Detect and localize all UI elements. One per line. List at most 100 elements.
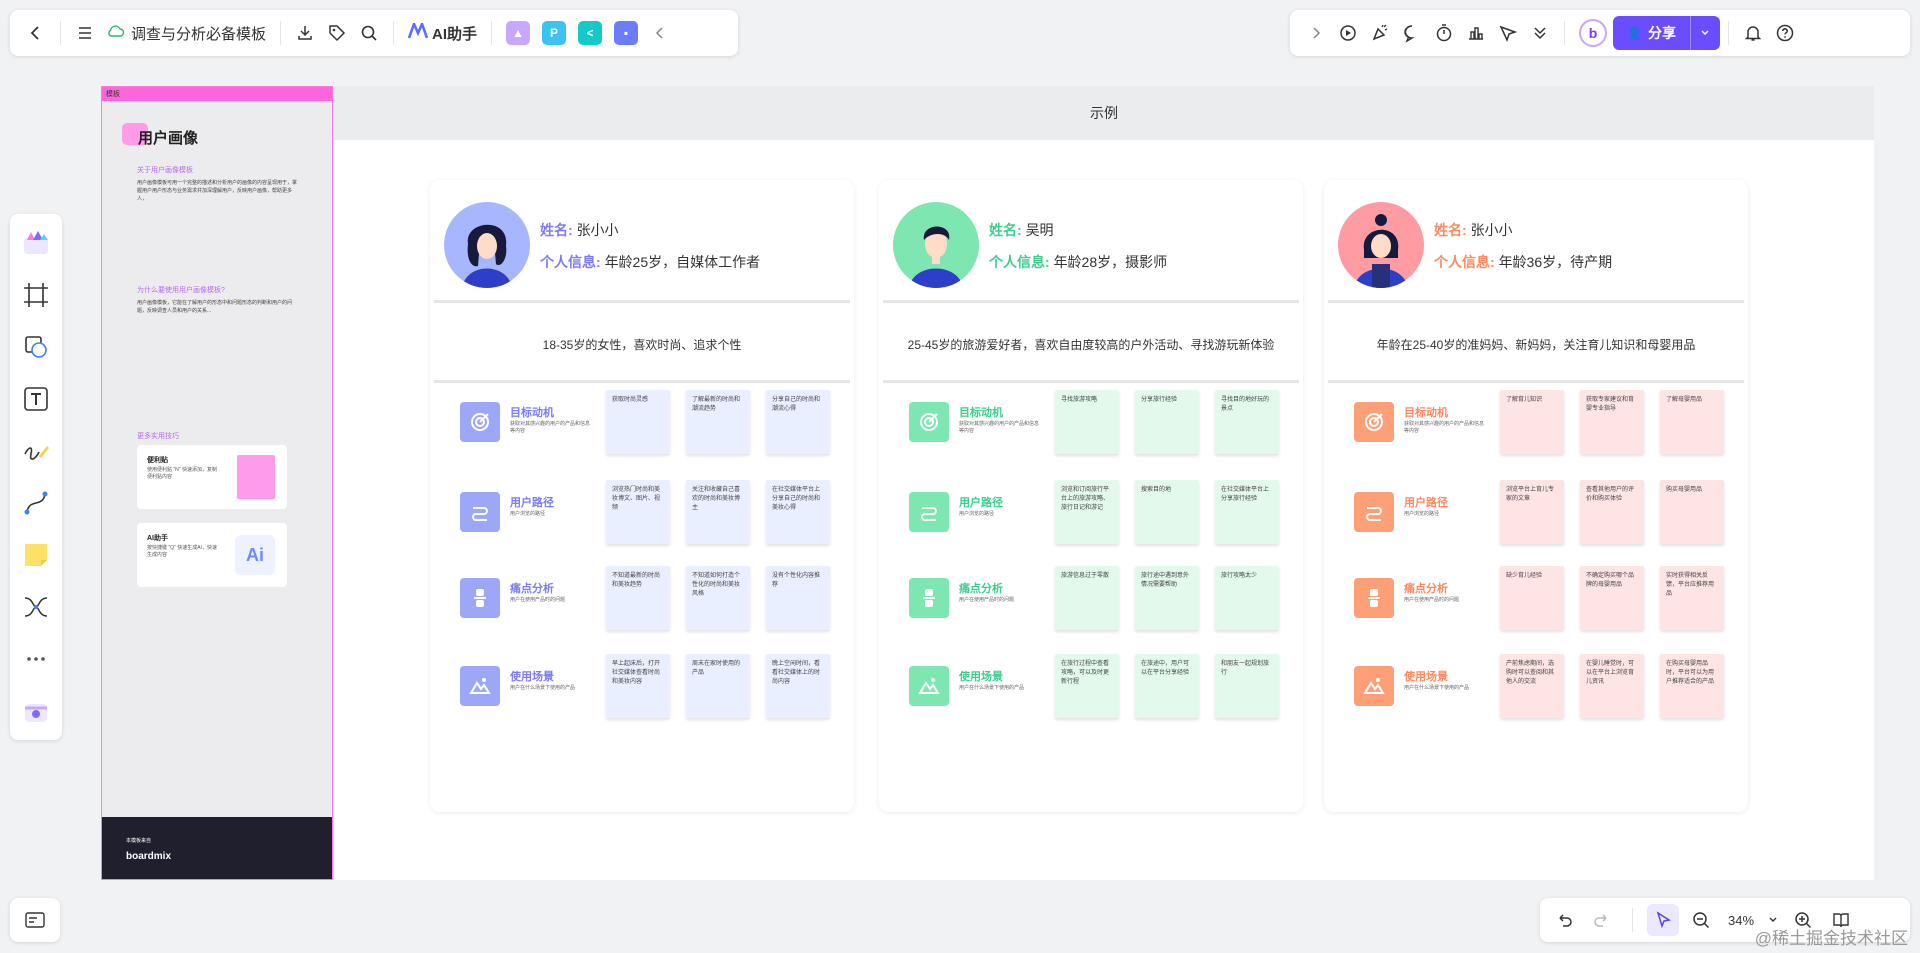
- row-subtitle: 用户在什么场景下使用的产品: [959, 685, 1025, 691]
- sticky-note[interactable]: 了解最新的时尚和潮流趋势: [686, 390, 750, 454]
- image-app-icon[interactable]: ▲: [506, 21, 531, 45]
- sticky-note[interactable]: 分享旅行经验: [1135, 390, 1199, 454]
- search-icon[interactable]: [353, 17, 385, 49]
- persona-card[interactable]: 姓名: 吴明 个人信息: 年龄28岁，摄影师 25-45岁的旅游爱好者，喜欢自由…: [879, 180, 1303, 812]
- persona-card[interactable]: 姓名: 张小小 个人信息: 年龄36岁，待产期 年龄在25-40岁的准妈妈、新妈…: [1324, 180, 1748, 812]
- sticky-note[interactable]: 不知道最新的时尚和美妆趋势: [606, 566, 670, 630]
- sticky-note[interactable]: 在社交媒体平台上分享自己的时尚和美妆心得: [766, 480, 830, 544]
- download-icon[interactable]: [289, 17, 321, 49]
- vote-icon[interactable]: [1460, 17, 1492, 49]
- row-subtitle: 用户在使用产品时的问题: [959, 597, 1015, 603]
- persona-card[interactable]: 姓名: 张小小 个人信息: 年龄25岁，自媒体工作者 18-35岁的女性，喜欢时…: [430, 180, 854, 812]
- collapse-icon[interactable]: [644, 17, 676, 49]
- template-frame[interactable]: 模板 用户画像 关于用户画像模板 用户画像模板可用一个完整的描述和分析用户的画像…: [101, 86, 333, 880]
- shape-icon[interactable]: [18, 328, 54, 366]
- persona-details: 年龄28岁，摄影师: [1053, 254, 1168, 270]
- sticky-note[interactable]: 搜索目的地: [1135, 480, 1199, 544]
- sticky-note[interactable]: 旅行攻略太少: [1215, 566, 1279, 630]
- doc-title[interactable]: 调查与分析必备模板: [101, 23, 272, 44]
- chat-app-icon[interactable]: ▪: [614, 21, 639, 45]
- sticky-note[interactable]: 关注和收藏自己喜欢的时尚和美妆博主: [686, 480, 750, 544]
- sticky-note-icon[interactable]: [18, 536, 54, 574]
- back-icon[interactable]: [20, 17, 52, 49]
- expand-icon[interactable]: [1300, 17, 1332, 49]
- redo-icon[interactable]: [1586, 904, 1618, 936]
- frame-icon[interactable]: [18, 276, 54, 314]
- sticky-note[interactable]: 寻找目的地好玩的景点: [1215, 390, 1279, 454]
- zoom-level[interactable]: 34%: [1723, 913, 1759, 928]
- menu-icon[interactable]: [69, 17, 101, 49]
- sticky-note[interactable]: 没有个性化内容推荐: [766, 566, 830, 630]
- watermark: @稀土掘金技术社区: [1754, 929, 1908, 948]
- persona-row: 用户路径 用户浏览的路径 浏览平台上育儿专家的文章 查看其他用户的评价和购买体验 购买…: [1354, 480, 1728, 544]
- bell-icon[interactable]: [1737, 17, 1769, 49]
- pen-icon[interactable]: [18, 432, 54, 470]
- row-label: 目标动机: [959, 407, 1003, 419]
- map-icon: [25, 912, 45, 928]
- sticky-note[interactable]: 在购买母婴用品时，平台可以为用户推荐适合的产品: [1660, 654, 1724, 718]
- sticky-note[interactable]: 旅游信息过于零散: [1055, 566, 1119, 630]
- more-down-icon[interactable]: [1524, 17, 1556, 49]
- celebrate-icon[interactable]: [1364, 17, 1396, 49]
- persona-avatar: [893, 202, 979, 288]
- tip-card-sticky[interactable]: 便利贴 使用便利贴 "N" 快速添加，复制便利贴内容: [137, 445, 287, 509]
- connector-icon[interactable]: [18, 484, 54, 522]
- sticky-note[interactable]: 获取时尚灵感: [606, 390, 670, 454]
- row-subtitle: 用户浏览的路径: [510, 511, 546, 517]
- sticky-note[interactable]: 寻找旅游攻略: [1055, 390, 1119, 454]
- tip-card-ai[interactable]: AI助手 按快捷键 "Q" 快速生成AI，快速生成内容 Ai: [137, 523, 287, 587]
- zoom-out-icon[interactable]: [1685, 904, 1717, 936]
- p-app-icon[interactable]: P: [542, 21, 567, 45]
- persona-row: 痛点分析 用户在使用产品时的问题 缺少育儿经验 不确定购买哪个品牌的母婴用品 实时获得…: [1354, 566, 1728, 630]
- sticky-note[interactable]: 晚上空闲时间，看看社交媒体上的时尚内容: [766, 654, 830, 718]
- follow-icon[interactable]: [1492, 17, 1524, 49]
- sticky-note[interactable]: 早上起床后，打开社交媒体查看时尚和美妆内容: [606, 654, 670, 718]
- present-icon[interactable]: [1332, 17, 1364, 49]
- sticky-note[interactable]: 缺少育儿经验: [1500, 566, 1564, 630]
- apps-icon[interactable]: [18, 692, 54, 730]
- template-icon[interactable]: [18, 224, 54, 262]
- ai-assistant-button[interactable]: AI助手: [402, 20, 483, 44]
- mindmap-app-icon[interactable]: <: [578, 21, 603, 45]
- row-label: 用户路径: [510, 497, 554, 509]
- example-frame[interactable]: 示例 姓名: 张小小 个人信息: 年龄25岁，自媒体工作者 18-35岁的女性，…: [334, 86, 1874, 880]
- sticky-note[interactable]: 在社交媒体平台上分享旅行经验: [1215, 480, 1279, 544]
- select-cursor-icon[interactable]: [1647, 904, 1679, 936]
- sticky-note[interactable]: 浏览和订阅旅行平台上的旅游攻略、旅行日记和游记: [1055, 480, 1119, 544]
- sticky-note[interactable]: 不知道如何打造个性化的时尚和美妆风格: [686, 566, 750, 630]
- sticky-note[interactable]: 在旅途中，用户可以在平台分享经验: [1135, 654, 1199, 718]
- sticky-note[interactable]: 在婴儿睡觉时，可以在平台上浏览育儿资讯: [1580, 654, 1644, 718]
- sticky-note[interactable]: 浏览热门时尚和美妆博文、图片、视频: [606, 480, 670, 544]
- sticky-note[interactable]: 周末在家时使用的产品: [686, 654, 750, 718]
- help-icon[interactable]: [1769, 17, 1801, 49]
- mindmap-icon[interactable]: [18, 588, 54, 626]
- sticky-note[interactable]: 了解母婴用品: [1660, 390, 1724, 454]
- persona-description: 18-35岁的女性，喜欢时尚、追求个性: [542, 338, 742, 352]
- sticky-note[interactable]: 获取专家建议和育婴专业指导: [1580, 390, 1644, 454]
- minimap-toggle[interactable]: [10, 898, 60, 942]
- sticky-note[interactable]: 分享自己的时尚和潮流心得: [766, 390, 830, 454]
- text-icon[interactable]: [18, 380, 54, 418]
- timer-icon[interactable]: [1428, 17, 1460, 49]
- comment-icon[interactable]: [1396, 17, 1428, 49]
- share-button[interactable]: 👤 分享: [1613, 16, 1720, 50]
- undo-icon[interactable]: [1548, 904, 1580, 936]
- sticky-note[interactable]: 不确定购买哪个品牌的母婴用品: [1580, 566, 1644, 630]
- template-frame-header: 模板: [102, 87, 332, 101]
- persona-row: 目标动机 获取对其感兴趣的用户的产品和信息等内容 了解育儿知识 获取专家建议和育婴专…: [1354, 390, 1728, 454]
- sticky-note[interactable]: 查看其他用户的评价和购买体验: [1580, 480, 1644, 544]
- user-avatar[interactable]: b: [1579, 19, 1607, 47]
- more-icon[interactable]: [18, 640, 54, 678]
- sticky-note[interactable]: 和朋友一起规划旅行: [1215, 654, 1279, 718]
- chevron-down-icon[interactable]: [1689, 16, 1720, 50]
- sticky-note[interactable]: 旅行途中遇到意外情况需要帮助: [1135, 566, 1199, 630]
- sticky-note[interactable]: 购买母婴用品: [1660, 480, 1724, 544]
- tag-icon[interactable]: [321, 17, 353, 49]
- sticky-note[interactable]: 在旅行过程中查看攻略，可以及时更新行程: [1055, 654, 1119, 718]
- row-label: 用户路径: [959, 497, 1003, 509]
- section-text: 用户画像模板可用一个完整的描述和分析用户的画像的内容呈现用于，掌握用户用户形态与…: [137, 180, 298, 202]
- sticky-note[interactable]: 浏览平台上育儿专家的文章: [1500, 480, 1564, 544]
- sticky-note[interactable]: 产前焦虑期间，选购时可以查阅和其他人的交流: [1500, 654, 1564, 718]
- sticky-note[interactable]: 实时获得相关反馈，平台应推荐用品: [1660, 566, 1724, 630]
- sticky-note[interactable]: 了解育儿知识: [1500, 390, 1564, 454]
